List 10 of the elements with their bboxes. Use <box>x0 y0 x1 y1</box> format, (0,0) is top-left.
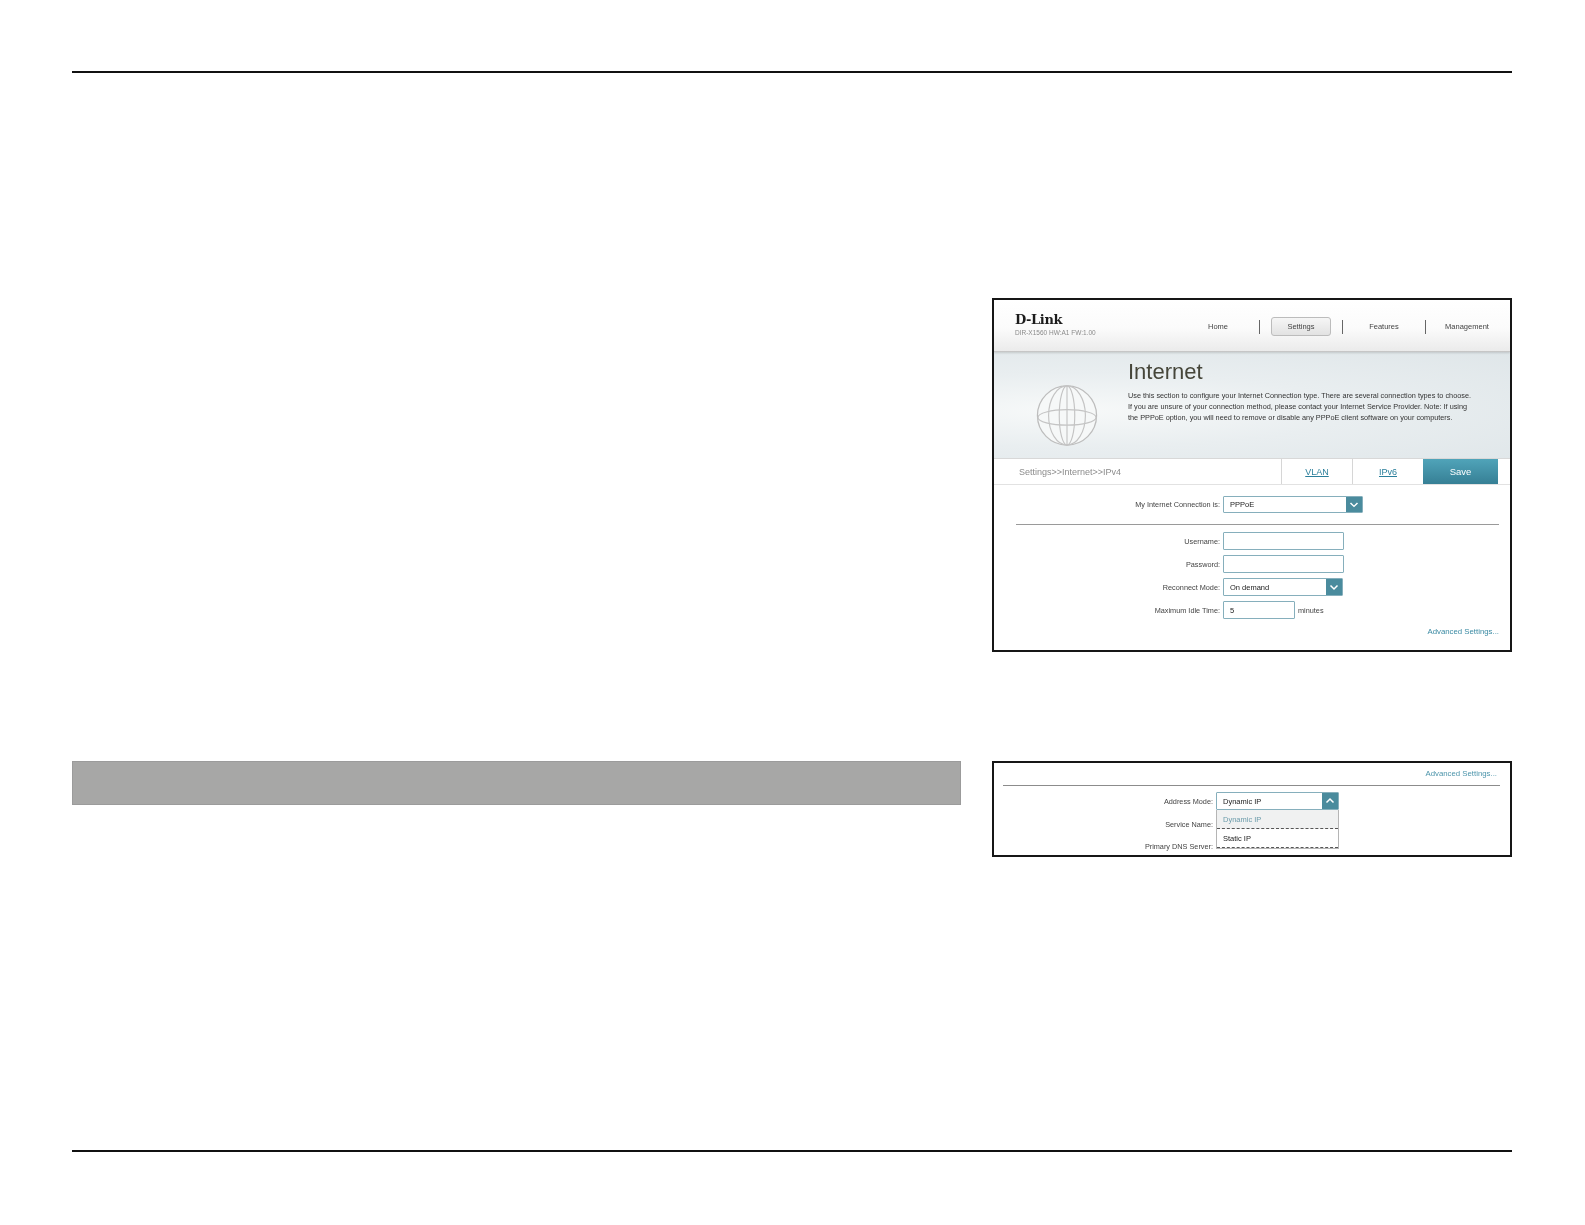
chevron-down-icon <box>1346 497 1362 512</box>
chevron-down-icon <box>1326 579 1342 595</box>
chevron-up-icon <box>1322 793 1338 809</box>
password-input[interactable] <box>1223 555 1344 573</box>
text-input[interactable] <box>1223 532 1344 550</box>
globe-icon <box>1036 384 1098 447</box>
breadcrumb-text: Settings>>Internet>>IPv4 <box>1019 466 1123 477</box>
page-title: Internet <box>1128 360 1204 384</box>
brand-logo: D-Link <box>1015 312 1064 327</box>
save-button[interactable]: Save <box>1423 459 1498 484</box>
